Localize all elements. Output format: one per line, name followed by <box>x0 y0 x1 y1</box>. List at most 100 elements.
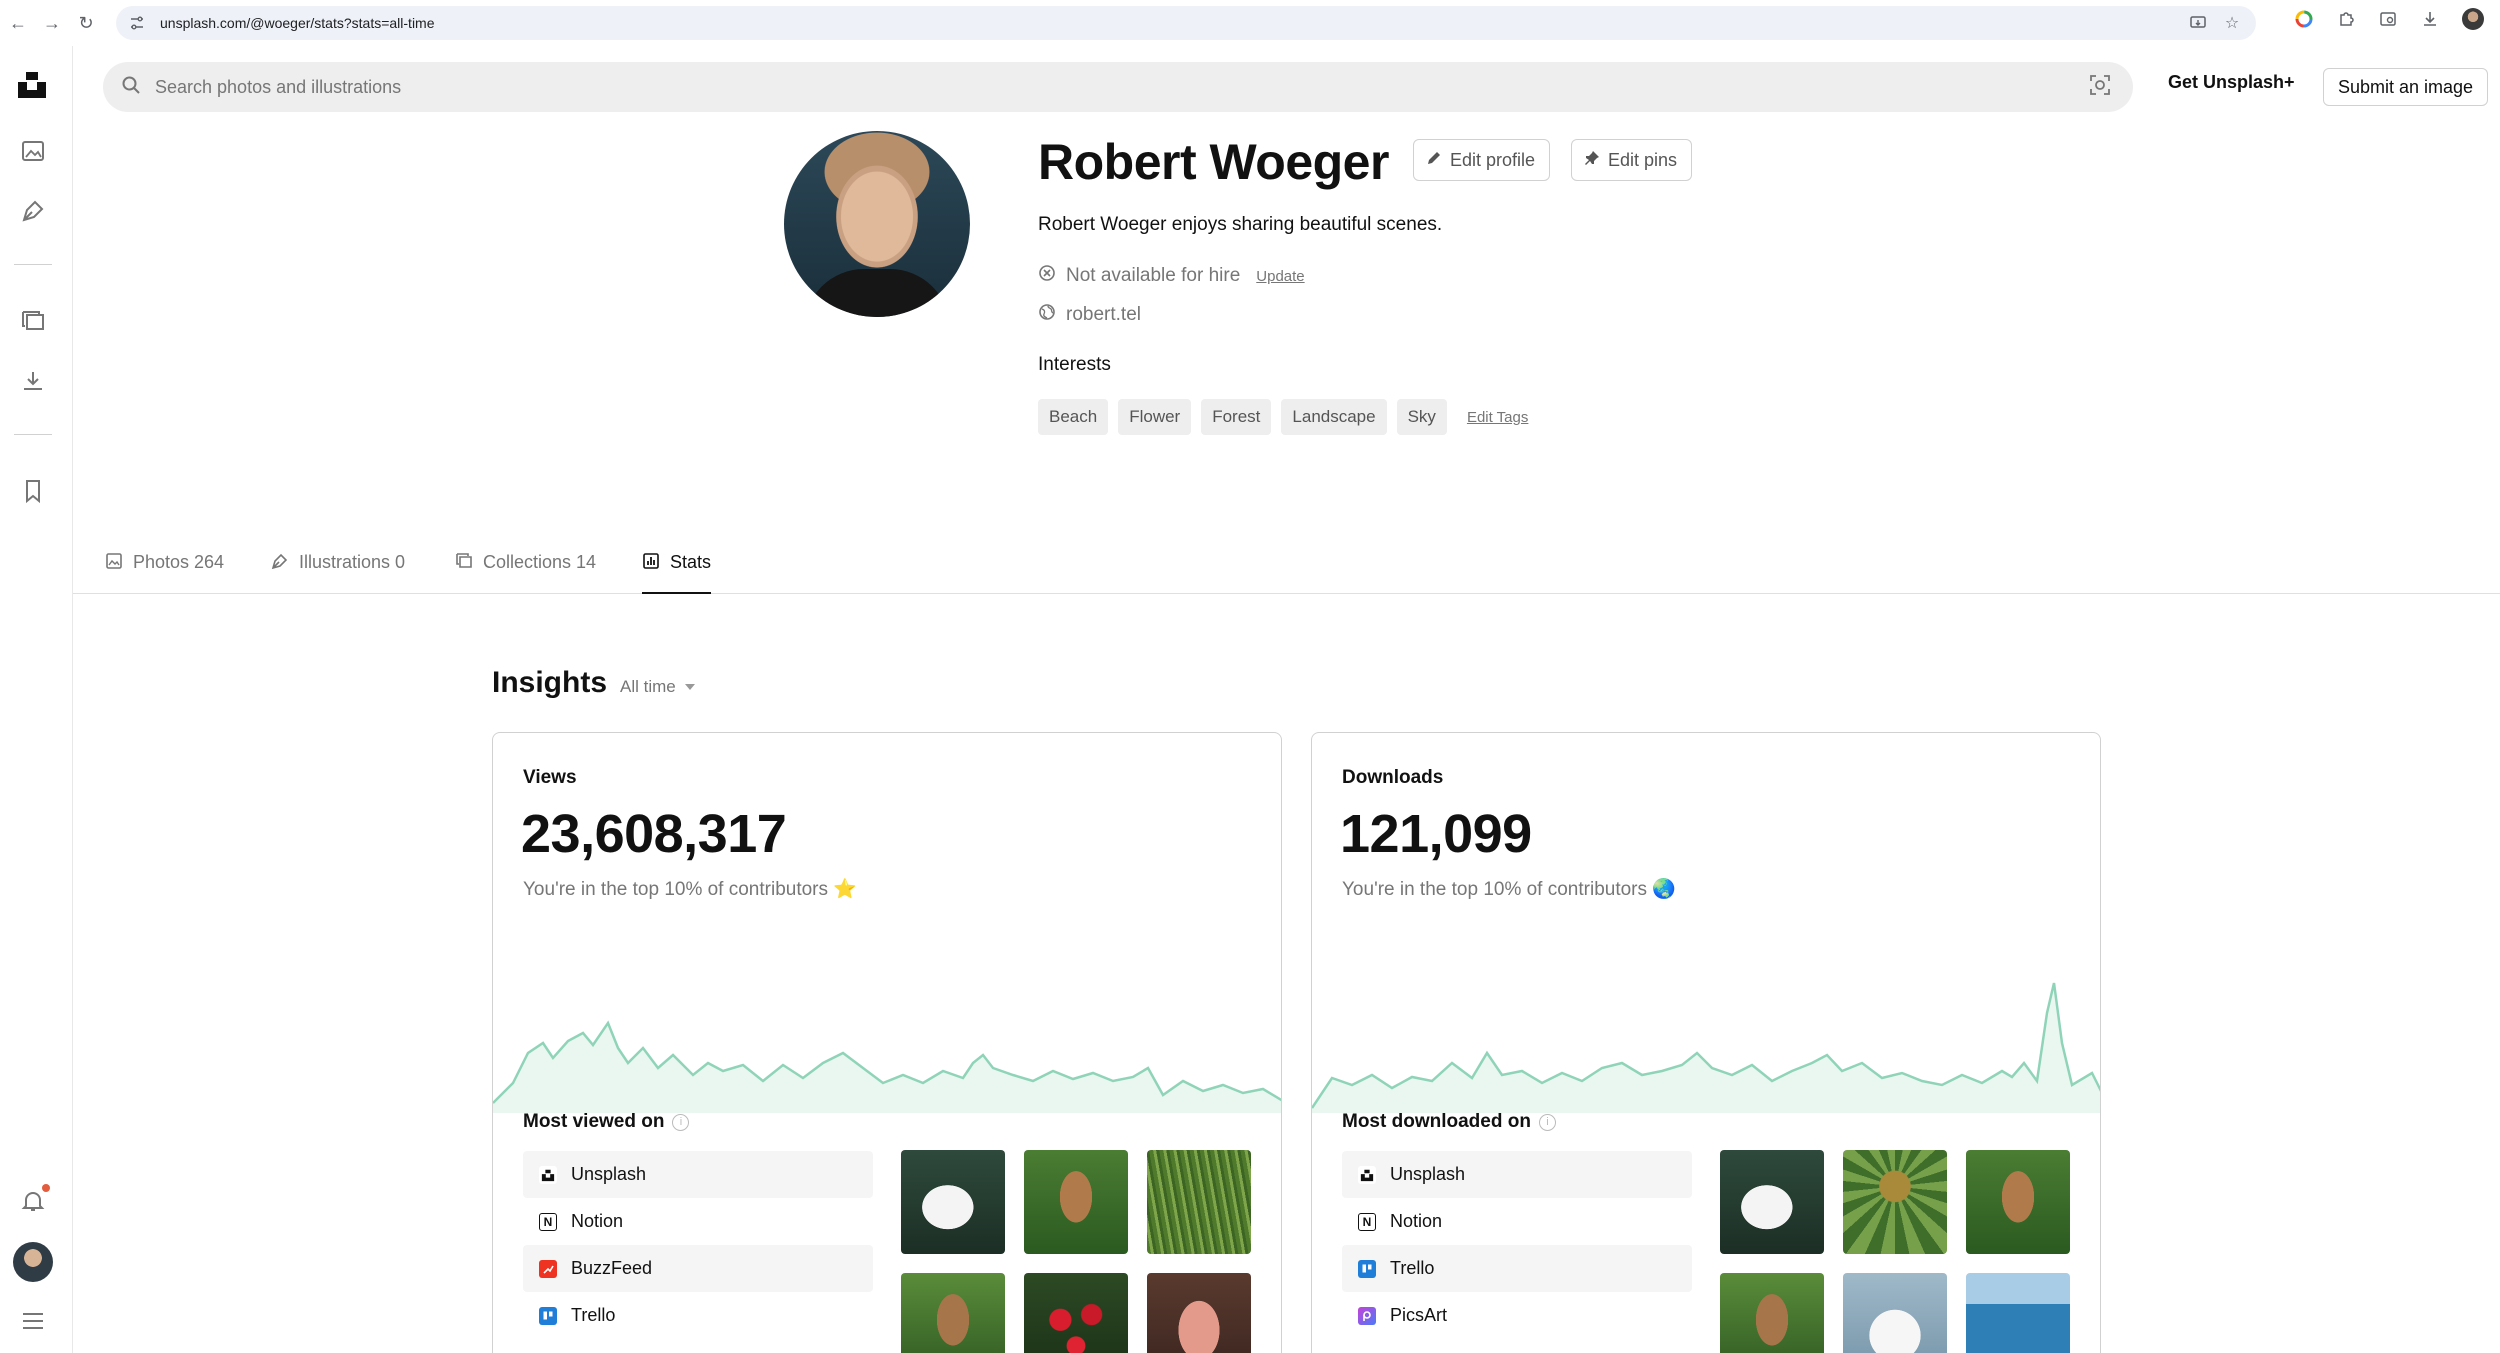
submit-image-button[interactable]: Submit an image <box>2323 68 2489 106</box>
unsplash-logo-icon[interactable] <box>16 68 48 100</box>
tab-photos[interactable]: Photos 264 <box>105 542 224 594</box>
interest-tags: Beach Flower Forest Landscape Sky Edit T… <box>1038 399 1528 435</box>
tab-label: Stats <box>670 552 712 572</box>
back-icon[interactable]: ← <box>4 9 32 37</box>
notion-platform-icon: N <box>539 1212 557 1231</box>
picsart-platform-icon <box>1358 1306 1376 1325</box>
collections-nav-icon[interactable] <box>18 306 48 336</box>
image-icon <box>105 552 123 575</box>
extension-color-icon[interactable] <box>2294 9 2314 29</box>
photo-thumbnail-grass[interactable] <box>1147 1150 1251 1254</box>
views-card: Views 23,608,317 You're in the top 10% o… <box>492 732 1282 1353</box>
platform-row[interactable]: Unsplash <box>1342 1151 1692 1198</box>
interest-tag[interactable]: Landscape <box>1281 399 1387 435</box>
most-viewed-photos <box>901 1150 1251 1353</box>
edit-profile-button[interactable]: Edit profile <box>1413 139 1551 181</box>
website-row: robert.tel <box>1038 303 1141 327</box>
reload-icon[interactable]: ↻ <box>72 9 100 37</box>
downloads-icon[interactable] <box>2420 9 2440 29</box>
profile-bio: Robert Woeger enjoys sharing beautiful s… <box>1038 214 1443 235</box>
forward-icon[interactable]: → <box>38 9 66 37</box>
profile-name: Robert Woeger <box>1038 134 1389 190</box>
platform-row[interactable]: Trello <box>1342 1245 1692 1292</box>
profile-photo <box>784 131 970 317</box>
photo-thumbnail-swan-close[interactable] <box>1843 1273 1947 1353</box>
photo-thumbnail-roses[interactable] <box>1024 1273 1128 1353</box>
most-viewed-heading: Most viewed on i <box>523 1111 690 1133</box>
most-viewed-title: Most viewed on <box>523 1111 665 1132</box>
tab-collections[interactable]: Collections 14 <box>455 542 596 594</box>
platform-name: Trello <box>1390 1258 1435 1278</box>
illustrations-nav-icon[interactable] <box>18 196 48 226</box>
browser-profile-avatar[interactable] <box>2462 8 2484 30</box>
platform-row[interactable]: N Notion <box>523 1198 873 1245</box>
platform-name: BuzzFeed <box>571 1258 653 1278</box>
pencil-icon <box>1426 150 1442 171</box>
install-app-icon[interactable] <box>2188 13 2208 33</box>
trello-platform-icon <box>539 1306 557 1325</box>
time-range-value: All time <box>620 677 676 696</box>
photo-thumbnail-fawn[interactable] <box>901 1273 1005 1353</box>
address-bar[interactable]: unsplash.com/@woeger/stats?stats=all-tim… <box>116 6 2256 40</box>
photo-thumbnail-swan[interactable] <box>1720 1150 1824 1254</box>
search-bar[interactable] <box>103 62 2133 112</box>
photos-nav-icon[interactable] <box>18 136 48 166</box>
tab-stats[interactable]: Stats <box>642 542 712 594</box>
info-icon[interactable]: i <box>1538 1113 1556 1131</box>
views-sparkline <box>493 1020 1281 1113</box>
tab-illustrations[interactable]: Illustrations 0 <box>271 542 405 594</box>
platform-name: Trello <box>571 1305 616 1325</box>
not-available-icon <box>1038 264 1056 288</box>
photo-thumbnail-palm[interactable] <box>1843 1150 1947 1254</box>
search-input[interactable] <box>155 76 1955 98</box>
photo-thumbnail-swan[interactable] <box>901 1150 1005 1254</box>
platform-name: Notion <box>571 1211 624 1231</box>
buzzfeed-platform-icon <box>539 1259 557 1278</box>
interest-tag[interactable]: Flower <box>1118 399 1192 435</box>
platform-row[interactable]: Trello <box>523 1292 873 1339</box>
menu-hamburger-icon[interactable] <box>18 1306 48 1336</box>
edit-pins-button[interactable]: Edit pins <box>1571 139 1693 181</box>
platform-row[interactable]: BuzzFeed <box>523 1245 873 1292</box>
platform-row[interactable]: Unsplash <box>523 1151 873 1198</box>
platform-row[interactable]: N Notion <box>1342 1198 1692 1245</box>
photo-thumbnail-fawn[interactable] <box>1024 1150 1128 1254</box>
platform-row[interactable]: PicsArt <box>1342 1292 1692 1339</box>
rail-divider <box>14 434 52 435</box>
tab-search-icon[interactable] <box>2378 9 2398 29</box>
downloads-spark-area <box>1312 983 2100 1113</box>
most-downloaded-heading: Most downloaded on i <box>1342 1111 1556 1133</box>
photo-thumbnail-fawn[interactable] <box>1720 1273 1824 1353</box>
user-avatar[interactable] <box>13 1242 53 1282</box>
update-hire-link[interactable]: Update <box>1256 268 1304 285</box>
most-downloaded-platforms: Unsplash N Notion Trello PicsArt <box>1342 1151 1692 1339</box>
insights-heading: Insights <box>492 666 608 699</box>
info-icon[interactable]: i <box>672 1113 690 1131</box>
interest-tag[interactable]: Beach <box>1038 399 1109 435</box>
hire-status-text: Not available for hire <box>1066 265 1241 286</box>
photo-thumbnail-fawn[interactable] <box>1966 1150 2070 1254</box>
rail-divider <box>14 264 52 265</box>
bookmark-nav-icon[interactable] <box>18 476 48 506</box>
time-range-dropdown[interactable]: All time <box>620 677 696 697</box>
downloads-title: Downloads <box>1342 767 1444 788</box>
most-viewed-platforms: Unsplash N Notion BuzzFeed Trello <box>523 1151 873 1339</box>
unsplash-platform-icon <box>1358 1165 1376 1184</box>
download-nav-icon[interactable] <box>18 366 48 396</box>
photo-thumbnail-flamingo[interactable] <box>1147 1273 1251 1353</box>
edit-tags-link[interactable]: Edit Tags <box>1467 409 1528 426</box>
interest-tag[interactable]: Forest <box>1201 399 1272 435</box>
photo-thumbnail-sea[interactable] <box>1966 1273 2070 1353</box>
trello-platform-icon <box>1358 1259 1376 1278</box>
extensions-puzzle-icon[interactable] <box>2336 9 2356 29</box>
tab-label: Illustrations 0 <box>299 552 406 572</box>
site-settings-icon[interactable] <box>128 14 146 32</box>
get-unsplash-plus-link[interactable]: Get Unsplash+ <box>2168 72 2295 93</box>
interest-tag[interactable]: Sky <box>1396 399 1447 435</box>
views-note: You're in the top 10% of contributors ⭐ <box>523 879 857 900</box>
platform-name: Notion <box>1390 1211 1443 1231</box>
website-link[interactable]: robert.tel <box>1066 304 1141 326</box>
bookmark-star-icon[interactable]: ☆ <box>2222 13 2242 33</box>
views-value: 23,608,317 <box>521 804 787 864</box>
visual-search-icon[interactable] <box>2089 74 2111 101</box>
